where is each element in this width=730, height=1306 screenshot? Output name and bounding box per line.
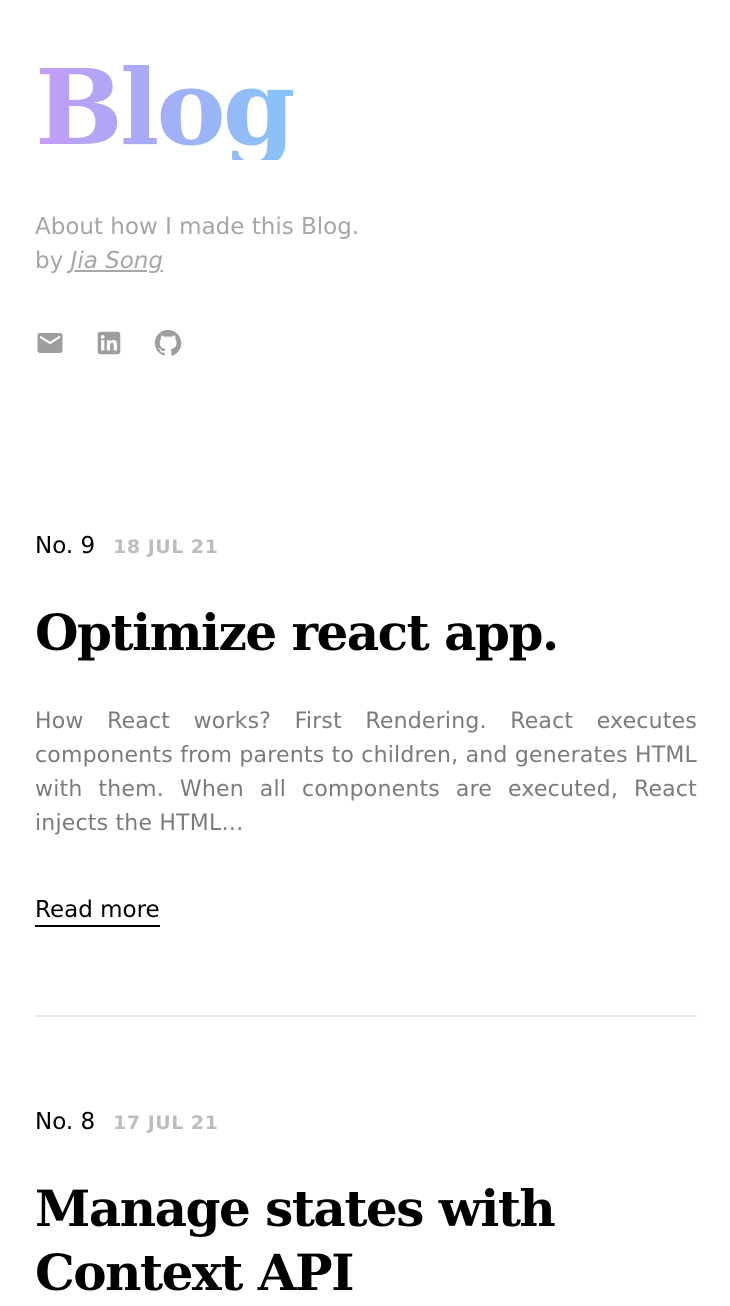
linkedin-link[interactable] — [94, 328, 124, 358]
post-date: 18 JUL 21 — [113, 536, 219, 558]
post-meta: No. 8 17 JUL 21 — [35, 1109, 697, 1139]
github-link[interactable] — [153, 328, 183, 358]
mail-link[interactable] — [35, 328, 65, 358]
author-link[interactable]: Jia Song — [71, 248, 163, 274]
post-number: No. 8 — [35, 1109, 96, 1135]
post-date: 17 JUL 21 — [113, 1112, 219, 1134]
byline: by Jia Song — [35, 244, 697, 278]
main-container: Blog About how I made this Blog. by Jia … — [0, 0, 730, 1305]
post-title[interactable]: Manage states with Context API — [35, 1177, 697, 1305]
site-description: About how I made this Blog. by Jia Song — [35, 210, 697, 278]
site-description-text: About how I made this Blog. — [35, 214, 360, 240]
byline-prefix: by — [35, 248, 71, 274]
post-divider — [35, 1015, 697, 1017]
github-icon — [154, 329, 182, 356]
post-meta: No. 9 18 JUL 21 — [35, 533, 697, 563]
site-header: Blog About how I made this Blog. by Jia … — [35, 0, 697, 358]
post-list: No. 9 18 JUL 21 Optimize react app. How … — [35, 533, 697, 1305]
page: Blog About how I made this Blog. by Jia … — [0, 0, 730, 1306]
post-item: No. 9 18 JUL 21 Optimize react app. How … — [35, 533, 697, 927]
linkedin-icon — [97, 331, 121, 355]
post-excerpt: How React works? First Rendering. React … — [35, 709, 697, 836]
mail-icon — [37, 333, 63, 353]
read-more-link[interactable]: Read more — [35, 895, 160, 927]
post-number: No. 9 — [35, 533, 96, 559]
post-title[interactable]: Optimize react app. — [35, 601, 697, 665]
social-links — [35, 328, 697, 358]
site-title[interactable]: Blog — [35, 0, 295, 160]
post-item: No. 8 17 JUL 21 Manage states with Conte… — [35, 1109, 697, 1305]
